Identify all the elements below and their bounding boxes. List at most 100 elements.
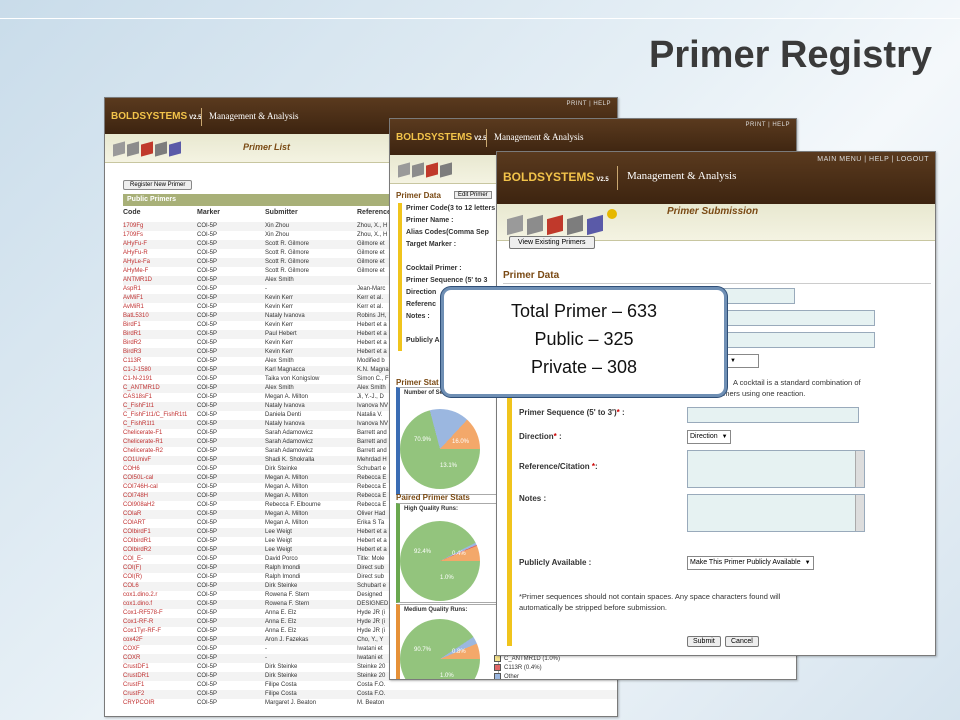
primer-code-link[interactable]: COI50L-cal — [123, 474, 193, 483]
private-primer-count: Private – 308 — [530, 357, 638, 377]
direction-select[interactable]: Direction ▼ — [687, 430, 731, 444]
primer-code-link[interactable]: Chelicerate-F1 — [123, 429, 193, 438]
sequence-input[interactable] — [687, 407, 859, 423]
marker-cell: COI-5P — [197, 430, 218, 436]
chevron-down-icon: ▼ — [721, 434, 728, 440]
col-submitter[interactable]: Submitter — [265, 209, 298, 216]
primer-code-link[interactable]: CAS18sF1 — [123, 393, 193, 402]
chevron-down-icon: ▼ — [804, 560, 811, 566]
primer-code-link[interactable]: COIbirdR1 — [123, 537, 193, 546]
primer-data-heading: Primer Data — [503, 270, 560, 281]
public-select[interactable]: Make This Primer Publicly Available ▼ — [687, 556, 814, 570]
primer-code-link[interactable]: AHyMe-F — [123, 267, 193, 276]
target-marker-select[interactable]: ▼ — [723, 354, 759, 368]
primer-code-link[interactable]: COI(R) — [123, 573, 193, 582]
submitter-cell: Filipe Costa — [265, 682, 297, 688]
pie-slice-label: 70.9% — [414, 437, 432, 443]
primer-code-link[interactable]: Chelicerate-R2 — [123, 447, 193, 456]
marker-cell: COI-5P — [197, 250, 218, 256]
marker-cell: COI-5P — [197, 385, 218, 391]
header-nav[interactable]: PRINT | HELP — [567, 101, 611, 107]
primer-code-link[interactable]: CRYPCOIR — [123, 699, 193, 708]
primer-code-link[interactable]: AvMiR1 — [123, 303, 193, 312]
primer-code-link[interactable]: COH6 — [123, 465, 193, 474]
primer-code-link[interactable]: COXR — [123, 654, 193, 663]
primer-code-link[interactable]: C113R — [123, 357, 193, 366]
primer-code-link[interactable]: Chelicerate-R1 — [123, 438, 193, 447]
primer-code-link[interactable]: COIaR — [123, 510, 193, 519]
primer-code-link[interactable]: C_FishF1t1 — [123, 402, 193, 411]
primer-code-link[interactable]: COI746H-cal — [123, 483, 193, 492]
col-code[interactable]: Code — [123, 209, 141, 216]
submitter-cell: Nataly Ivanova — [265, 403, 305, 409]
primer-code-link[interactable]: COL6 — [123, 582, 193, 591]
primer-code-link[interactable]: CrustF2 — [123, 690, 193, 699]
notes-label: Notes : — [519, 494, 547, 503]
primer-code-link[interactable]: COIbirdF1 — [123, 528, 193, 537]
table-row[interactable]: CrustF2 COI-5P Filipe Costa Costa F.O. — [123, 690, 617, 699]
primer-code-link[interactable]: AHyLe-Fa — [123, 258, 193, 267]
table-row[interactable]: CRYPCOIR COI-5P Margaret J. Beaton M. Beato… — [123, 699, 617, 708]
primer-code-link[interactable]: Cox1-RF-R — [123, 618, 193, 627]
cancel-button[interactable]: Cancel — [725, 636, 759, 647]
primer-code-link[interactable]: COI(F) — [123, 564, 193, 573]
header-nav-main[interactable]: MAIN MENU | HELP | LOGOUT — [817, 156, 929, 163]
primer-data-heading: Primer Data — [396, 191, 441, 200]
primer-code-link[interactable]: BirdR1 — [123, 330, 193, 339]
primer-code-link[interactable]: COI748H — [123, 492, 193, 501]
marker-cell: COI-5P — [197, 448, 218, 454]
primer-code-link[interactable]: ANTMR1D — [123, 276, 193, 285]
primer-code-link[interactable]: COIbirdR2 — [123, 546, 193, 555]
primer-code-link[interactable]: cox42F — [123, 636, 193, 645]
col-reference[interactable]: Reference — [357, 209, 391, 216]
primer-code-link[interactable]: C_ANTMR1D — [123, 384, 193, 393]
primer-code-link[interactable]: cox1.dino.f — [123, 600, 193, 609]
marker-cell: COI-5P — [197, 646, 218, 652]
primer-code-link[interactable]: 1709Fg — [123, 222, 193, 231]
marker-cell: COI-5P — [197, 538, 218, 544]
primer-code-link[interactable]: COI908aH2 — [123, 501, 193, 510]
primer-code-link[interactable]: BirdR2 — [123, 339, 193, 348]
primer-code-link[interactable]: AspR1 — [123, 285, 193, 294]
submitter-cell: Alex Smith — [265, 358, 294, 364]
primer-code-link[interactable]: COXF — [123, 645, 193, 654]
primer-code-link[interactable]: C1-N-2191 — [123, 375, 193, 384]
primer-code-link[interactable]: C_FishR1t1 — [123, 420, 193, 429]
primer-code-link[interactable]: Cox1-RF578-F — [123, 609, 193, 618]
bold-header: MAIN MENU | HELP | LOGOUT BOLDSYSTEMS V2.… — [497, 152, 935, 204]
primer-code-link[interactable]: BatL5310 — [123, 312, 193, 321]
primer-code-link[interactable]: AHyFu-R — [123, 249, 193, 258]
primer-code-link[interactable]: AvMiF1 — [123, 294, 193, 303]
submitter-cell: Shadi K. Shokralla — [265, 457, 315, 463]
legend-item: Other — [494, 673, 560, 680]
view-existing-primers-button[interactable]: View Existing Primers — [509, 236, 595, 249]
primer-code-link[interactable]: C1-J-1580 — [123, 366, 193, 375]
marker-cell: COI-5P — [197, 259, 218, 265]
submitter-cell: - — [265, 286, 267, 292]
primer-name-input[interactable] — [723, 310, 875, 326]
primer-code-link[interactable]: CrustDF1 — [123, 663, 193, 672]
col-marker[interactable]: Marker — [197, 209, 220, 216]
header-nav[interactable]: PRINT | HELP — [746, 122, 790, 128]
reference-textarea[interactable] — [687, 450, 865, 488]
primer-code-link[interactable]: C_FishF1t1/C_FishR1t1 — [123, 411, 193, 420]
edit-primer-button[interactable]: Edit Primer — [454, 191, 492, 199]
primer-code-link[interactable]: BirdF1 — [123, 321, 193, 330]
primer-code-link[interactable]: BirdR3 — [123, 348, 193, 357]
primer-code-link[interactable]: AHyFu-F — [123, 240, 193, 249]
table-row[interactable]: CrustF1 COI-5P Filipe Costa Costa F.O. — [123, 681, 617, 690]
primer-code-link[interactable]: 1709Fs — [123, 231, 193, 240]
register-new-primer-button[interactable]: Register New Primer — [123, 180, 193, 190]
legend-label: Other — [504, 674, 520, 680]
primer-code-input[interactable] — [723, 288, 795, 304]
alias-codes-input[interactable] — [723, 332, 875, 348]
primer-code-link[interactable]: CrustF1 — [123, 681, 193, 690]
primer-code-link[interactable]: cox1.dino.2.r — [123, 591, 193, 600]
primer-code-link[interactable]: Cox1Tyr-RF-F — [123, 627, 193, 636]
primer-code-link[interactable]: COI_E- — [123, 555, 193, 564]
submit-button[interactable]: Submit — [687, 636, 721, 647]
notes-textarea[interactable] — [687, 494, 865, 532]
primer-code-link[interactable]: CrustDR1 — [123, 672, 193, 681]
primer-code-link[interactable]: CO1UnivF — [123, 456, 193, 465]
primer-code-link[interactable]: COIART — [123, 519, 193, 528]
